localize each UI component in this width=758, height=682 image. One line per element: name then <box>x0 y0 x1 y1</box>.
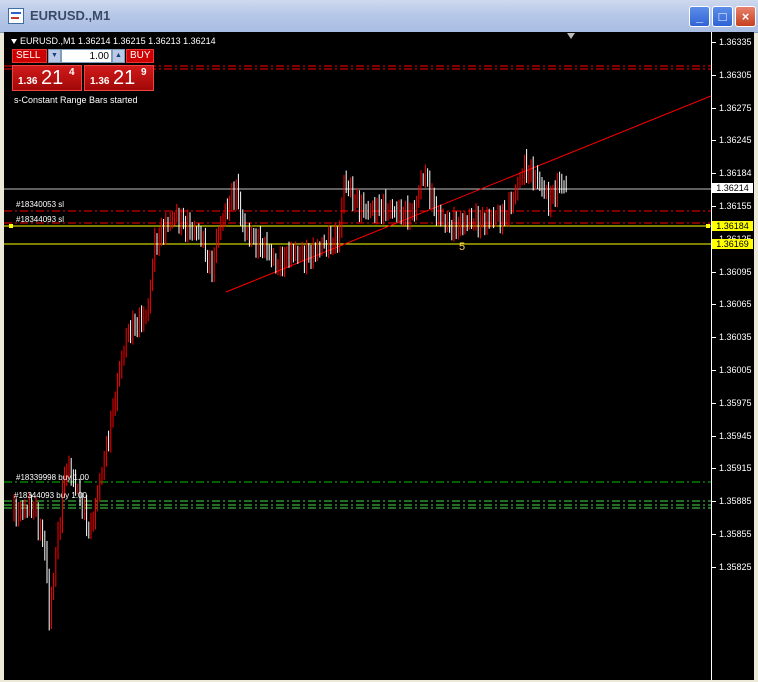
price-axis-tick <box>711 566 716 568</box>
symbol-ohlc-text: EURUSD.,M1 1.36214 1.36215 1.36213 1.362… <box>20 36 216 46</box>
price-axis-tick <box>711 42 716 43</box>
sell-price-pips: 21 <box>41 67 64 89</box>
price-axis-tick <box>711 402 716 404</box>
buy-price-prefix: 1.36 <box>90 76 110 87</box>
lot-increase-button[interactable]: ▲ <box>112 49 125 63</box>
price-axis-tick <box>711 435 716 437</box>
price-axis-label: 1.36005 <box>719 365 752 375</box>
sell-price-prefix: 1.36 <box>18 76 38 87</box>
terminal-window: EURUSD.,M1 _ □ × EURUSD.,M1 1.36214 1.36… <box>0 0 758 682</box>
price-axis-tick <box>711 337 716 339</box>
price-axis-label: 1.35885 <box>719 496 752 507</box>
price-axis-tick <box>711 468 716 470</box>
order-label-sl-18340053[interactable]: #18340053 sl <box>16 200 64 209</box>
price-axis[interactable]: 1.36335 1.36305 1.36275 1.36245 1.36184 1.361… <box>711 32 754 680</box>
level-marker-left[interactable] <box>9 224 13 228</box>
buy-quote-button[interactable]: 1.36 21 9 <box>84 65 154 91</box>
price-axis-label: 1.36335 <box>719 37 752 47</box>
triangle-down-icon <box>11 39 17 44</box>
price-axis-tick <box>711 501 716 503</box>
order-label-sl-18344093[interactable]: #18344093 sl <box>16 215 64 224</box>
price-axis-label: 1.36065 <box>719 299 752 310</box>
price-axis-tick <box>711 74 716 76</box>
buy-button[interactable]: BUY <box>126 49 154 63</box>
price-bars <box>13 149 567 631</box>
price-chart[interactable]: EURUSD.,M1 1.36214 1.36215 1.36213 1.362… <box>4 32 754 680</box>
price-axis-tick <box>711 271 716 273</box>
price-axis-label: 1.36305 <box>719 69 752 80</box>
level-price-tag-2: 1.36169 <box>712 239 753 249</box>
close-button[interactable]: × <box>735 6 756 27</box>
sell-button[interactable]: SELL <box>12 49 47 63</box>
lot-decrease-button[interactable]: ▼ <box>48 49 61 63</box>
level-price-tag-1: 1.36184 <box>712 221 753 231</box>
order-label-buy-18339998[interactable]: #18339998 buy 1.00 <box>16 473 89 482</box>
price-axis-tick <box>711 173 716 175</box>
price-axis-tick <box>711 304 716 306</box>
sell-quote-button[interactable]: 1.36 21 4 <box>12 65 82 91</box>
chart-shift-marker[interactable] <box>567 33 575 39</box>
buy-price-point: 9 <box>141 67 147 78</box>
order-label-buy-18344093[interactable]: #18344093 buy 1.00 <box>14 491 87 500</box>
price-axis-label: 1.35915 <box>719 463 752 474</box>
price-axis-label: 1.35855 <box>719 529 752 539</box>
level-marker-right[interactable] <box>706 224 710 228</box>
minimize-button[interactable]: _ <box>689 6 710 27</box>
buy-price-pips: 21 <box>113 67 136 89</box>
price-axis-label: 1.35825 <box>719 561 752 572</box>
price-axis-label: 1.36155 <box>719 201 752 211</box>
price-axis-tick <box>711 534 716 535</box>
price-axis-tick <box>711 370 716 371</box>
price-axis-label: 1.35945 <box>719 430 752 441</box>
price-axis-label: 1.36275 <box>719 102 752 113</box>
chart-canvas[interactable] <box>4 32 711 680</box>
maximize-button[interactable]: □ <box>712 6 733 27</box>
status-message: s-Constant Range Bars started <box>14 95 138 105</box>
price-axis-tick <box>711 206 716 207</box>
price-axis-label: 1.35975 <box>719 397 752 408</box>
price-axis-label: 1.36184 <box>719 168 752 179</box>
price-axis-tick <box>711 140 716 142</box>
price-axis-label: 1.36245 <box>719 135 752 146</box>
trendline[interactable] <box>225 95 711 293</box>
window-title: EURUSD.,M1 <box>30 8 111 23</box>
price-axis-tick <box>711 107 716 109</box>
lot-size-input[interactable] <box>61 49 112 63</box>
price-axis-label: 1.36095 <box>719 266 752 277</box>
sell-price-point: 4 <box>69 67 75 78</box>
axis-border <box>711 32 712 680</box>
title-bar[interactable]: EURUSD.,M1 _ □ × <box>0 0 758 33</box>
symbol-info: EURUSD.,M1 1.36214 1.36215 1.36213 1.362… <box>11 36 216 46</box>
price-axis-label: 1.36035 <box>719 332 752 343</box>
bar-count-label: 5 <box>459 241 466 253</box>
chart-window-icon <box>8 8 24 24</box>
current-price-tag: 1.36214 <box>712 183 753 193</box>
one-click-trading-panel: SELL ▼ ▲ BUY 1.36 21 4 1.36 21 9 <box>12 49 154 91</box>
